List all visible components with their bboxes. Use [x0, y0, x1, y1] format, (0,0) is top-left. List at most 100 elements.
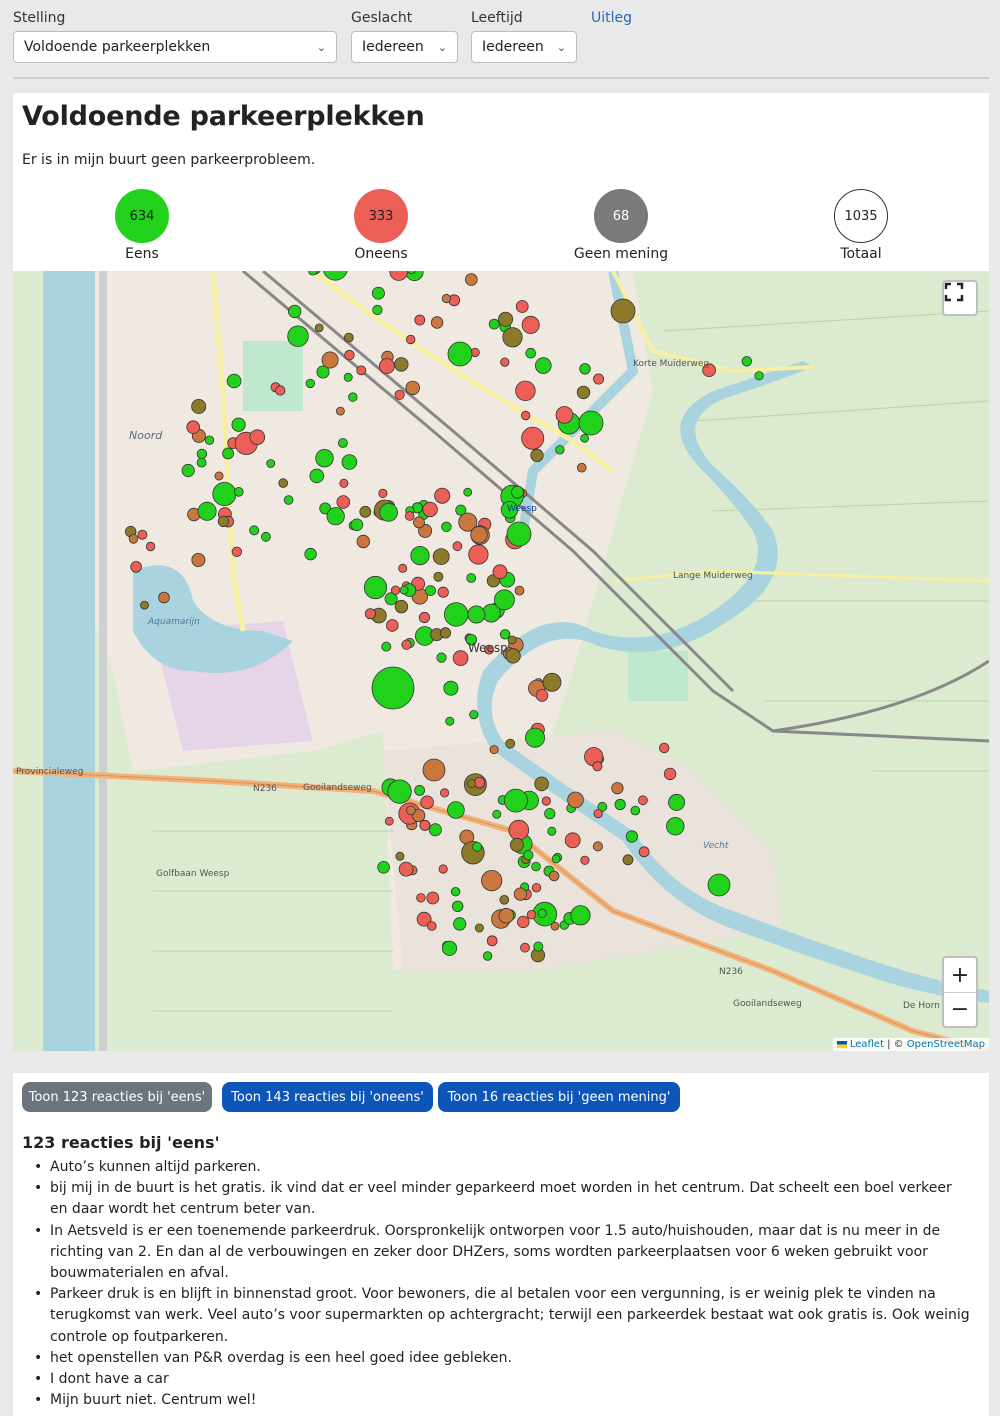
response-marker[interactable]	[467, 605, 486, 624]
response-marker[interactable]	[576, 462, 587, 473]
response-marker[interactable]	[542, 672, 562, 692]
response-marker[interactable]	[521, 426, 545, 450]
response-marker[interactable]	[385, 619, 399, 632]
response-marker[interactable]	[404, 511, 415, 521]
response-marker[interactable]	[630, 805, 641, 816]
response-marker[interactable]	[447, 801, 465, 819]
response-marker[interactable]	[394, 599, 409, 614]
show-oneens-reactions-button[interactable]: Toon 143 reacties bij 'oneens'	[222, 1082, 433, 1112]
response-marker[interactable]	[503, 788, 528, 813]
response-marker[interactable]	[405, 380, 420, 396]
response-marker[interactable]	[526, 910, 537, 920]
response-marker[interactable]	[406, 334, 416, 345]
response-marker[interactable]	[196, 457, 207, 468]
response-marker[interactable]	[315, 448, 334, 468]
response-marker[interactable]	[535, 689, 549, 702]
response-marker[interactable]	[359, 505, 372, 518]
response-marker[interactable]	[523, 849, 534, 861]
response-marker[interactable]	[226, 373, 242, 389]
response-marker[interactable]	[521, 410, 531, 421]
response-marker[interactable]	[463, 487, 473, 497]
response-marker[interactable]	[378, 488, 388, 498]
response-marker[interactable]	[398, 861, 414, 877]
response-marker[interactable]	[439, 788, 450, 798]
response-marker[interactable]	[537, 908, 547, 919]
response-marker[interactable]	[416, 893, 426, 903]
response-marker[interactable]	[741, 356, 753, 367]
response-marker[interactable]	[343, 332, 354, 343]
response-marker[interactable]	[464, 273, 478, 286]
response-marker[interactable]	[506, 521, 532, 547]
response-marker[interactable]	[663, 767, 677, 781]
response-marker[interactable]	[288, 304, 302, 319]
response-marker[interactable]	[413, 516, 425, 529]
response-marker[interactable]	[520, 942, 530, 953]
response-marker[interactable]	[550, 921, 560, 931]
response-marker[interactable]	[486, 935, 498, 947]
response-marker[interactable]	[422, 501, 438, 518]
response-marker[interactable]	[128, 534, 139, 544]
response-marker[interactable]	[437, 586, 449, 598]
response-marker[interactable]	[474, 923, 484, 933]
response-marker[interactable]	[231, 417, 246, 432]
response-marker[interactable]	[445, 716, 455, 726]
response-marker[interactable]	[283, 495, 294, 505]
response-marker[interactable]	[428, 823, 442, 837]
response-marker[interactable]	[500, 357, 510, 367]
response-marker[interactable]	[348, 392, 358, 402]
response-marker[interactable]	[638, 846, 650, 858]
response-marker[interactable]	[488, 318, 500, 330]
response-marker[interactable]	[493, 589, 515, 611]
response-marker[interactable]	[489, 745, 499, 755]
response-marker[interactable]	[401, 639, 412, 650]
response-marker[interactable]	[379, 503, 398, 522]
response-marker[interactable]	[441, 940, 458, 956]
openstreetmap-link[interactable]: OpenStreetMap	[907, 1039, 985, 1050]
response-marker[interactable]	[217, 515, 230, 528]
response-marker[interactable]	[450, 887, 461, 897]
response-marker[interactable]	[469, 709, 479, 720]
response-marker[interactable]	[533, 941, 544, 952]
response-marker[interactable]	[444, 602, 469, 627]
response-marker[interactable]	[593, 808, 603, 819]
response-marker[interactable]	[447, 341, 473, 367]
response-marker[interactable]	[278, 478, 289, 488]
response-marker[interactable]	[530, 448, 544, 462]
response-marker[interactable]	[555, 406, 574, 424]
response-marker[interactable]	[432, 548, 450, 566]
response-marker[interactable]	[610, 298, 636, 324]
response-marker[interactable]	[472, 841, 483, 852]
response-marker[interactable]	[356, 534, 371, 549]
response-marker[interactable]	[502, 327, 523, 348]
response-marker[interactable]	[212, 481, 237, 506]
response-marker[interactable]	[466, 573, 477, 583]
response-marker[interactable]	[515, 300, 529, 313]
response-marker[interactable]	[436, 652, 447, 663]
leaflet-link[interactable]: Leaflet	[850, 1039, 884, 1050]
response-marker[interactable]	[181, 463, 195, 478]
response-marker[interactable]	[592, 841, 603, 852]
response-marker[interactable]	[390, 585, 401, 595]
response-marker[interactable]	[145, 541, 156, 552]
response-marker[interactable]	[196, 448, 208, 460]
response-marker[interactable]	[468, 544, 489, 565]
response-marker[interactable]	[419, 819, 431, 831]
response-marker[interactable]	[399, 585, 409, 595]
response-marker[interactable]	[481, 869, 503, 892]
response-marker[interactable]	[470, 526, 488, 544]
response-marker[interactable]	[707, 873, 731, 897]
response-marker[interactable]	[214, 471, 224, 481]
response-marker[interactable]	[593, 373, 605, 385]
geslacht-select[interactable]: Iedereen ⌄	[351, 31, 458, 63]
response-marker[interactable]	[410, 545, 430, 566]
response-marker[interactable]	[499, 894, 510, 905]
response-marker[interactable]	[452, 650, 469, 666]
show-geen-mening-reactions-button[interactable]: Toon 16 reacties bij 'geen mening'	[438, 1082, 680, 1112]
response-marker[interactable]	[452, 900, 464, 913]
response-marker[interactable]	[452, 541, 463, 552]
response-marker[interactable]	[249, 429, 266, 446]
response-marker[interactable]	[439, 627, 452, 639]
response-marker[interactable]	[356, 365, 367, 376]
response-marker[interactable]	[337, 438, 348, 448]
response-marker[interactable]	[305, 378, 316, 389]
